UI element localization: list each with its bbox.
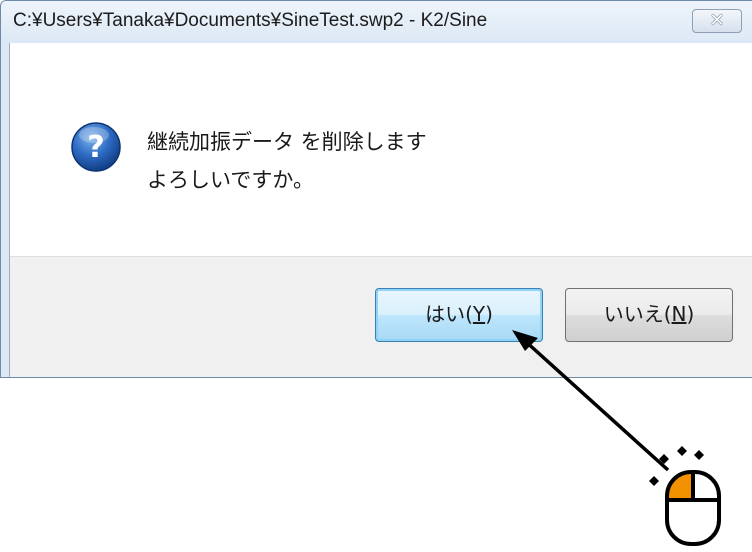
pointer-arrow — [512, 330, 670, 472]
screen: C:¥Users¥Tanaka¥Documents¥SineTest.swp2 … — [0, 0, 752, 552]
annotation-overlay — [512, 330, 721, 546]
mouse-left-click-icon — [665, 470, 721, 546]
